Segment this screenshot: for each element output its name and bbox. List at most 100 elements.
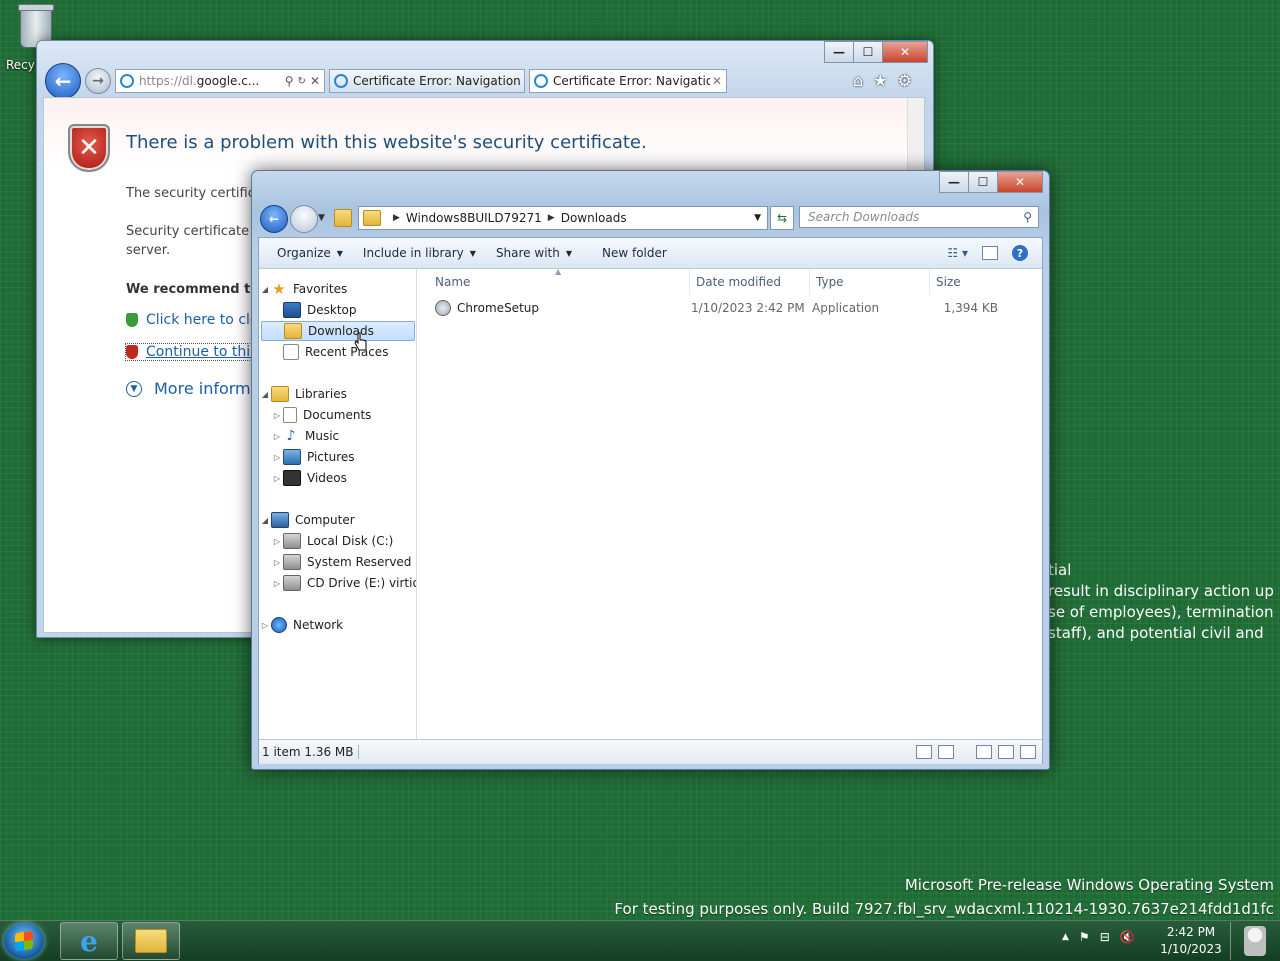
breadcrumb-arrow-icon[interactable]: ▶ — [548, 213, 555, 223]
minimize-button[interactable]: — — [939, 171, 969, 193]
close-button[interactable]: ✕ — [997, 171, 1043, 193]
preview-pane-icon[interactable] — [982, 246, 998, 260]
expand-arrow-icon[interactable]: ▷ — [271, 579, 283, 588]
cert-error-title: There is a problem with this website's s… — [126, 132, 647, 153]
ie-caption-buttons: — ☐ ✕ — [824, 41, 928, 63]
refresh-icon[interactable]: ↻ — [298, 76, 306, 87]
share-with-button[interactable]: Share with ▼ — [488, 246, 580, 260]
explorer-address-bar[interactable]: ▶ Windows8BUILD79271 ▶ Downloads ▼ — [358, 206, 768, 230]
close-button[interactable]: ✕ — [882, 41, 928, 63]
gear-icon[interactable]: ⚙ — [898, 71, 912, 90]
nav-libraries[interactable]: ◢ Libraries — [259, 384, 416, 404]
forward-button[interactable] — [290, 205, 318, 233]
help-icon[interactable]: ? — [1012, 245, 1028, 261]
nav-downloads[interactable]: Downloads — [261, 321, 415, 341]
nav-favorites[interactable]: ◢ ★ Favorites — [259, 279, 416, 299]
nav-videos[interactable]: ▷ Videos — [259, 468, 416, 488]
nav-label: Recent Places — [305, 345, 389, 359]
column-header-type[interactable]: Type — [816, 269, 844, 295]
nav-label: Desktop — [307, 303, 357, 317]
watermark-line-1: Microsoft Pre-release Windows Operating … — [904, 876, 1274, 894]
details-pane-icon[interactable] — [998, 745, 1014, 759]
status-text: 1 item 1.36 MB — [262, 745, 359, 759]
computer-icon — [271, 512, 289, 528]
ie-tab-2[interactable]: Certificate Error: Navigation... ✕ — [529, 69, 727, 93]
address-url-host: google.c... — [196, 74, 260, 88]
nav-computer[interactable]: ◢ Computer — [259, 510, 416, 530]
expand-arrow-icon[interactable]: ▷ — [271, 537, 283, 546]
more-information-link[interactable]: ▼ More informati — [126, 379, 271, 398]
action-center-flag-icon[interactable]: ⚑ — [1079, 930, 1090, 944]
search-input[interactable]: Search Downloads ⚲ — [799, 206, 1039, 228]
ie-right-toolbar: ⌂ ★ ⚙ — [853, 71, 912, 90]
table-row[interactable]: ChromeSetup 1/10/2023 2:42 PM Applicatio… — [435, 298, 1015, 318]
tab-label: Certificate Error: Navigation... — [553, 74, 710, 88]
taskbar-explorer-button[interactable] — [122, 922, 180, 960]
show-desktop-button[interactable] — [1230, 922, 1279, 960]
column-separator[interactable] — [809, 269, 810, 295]
search-icon[interactable]: ⚲ — [285, 74, 294, 88]
maximize-button[interactable]: ☐ — [853, 41, 883, 63]
nav-music[interactable]: ▷ ♪ Music — [259, 426, 416, 446]
minimize-button[interactable]: — — [824, 41, 854, 63]
view-options-icon[interactable]: ☷ ▾ — [947, 246, 968, 260]
cert-recommend: We recommend tha — [126, 282, 269, 297]
recent-pages-dropdown[interactable]: ▼ — [318, 213, 325, 223]
details-view-icon[interactable] — [916, 745, 932, 759]
ie-tab-1[interactable]: Certificate Error: Navigation Bl... — [329, 69, 525, 93]
nav-network[interactable]: ▷ Network — [259, 615, 416, 635]
network-tray-icon[interactable]: ⊟ — [1100, 930, 1110, 944]
column-separator[interactable] — [929, 269, 930, 295]
nav-system-reserved[interactable]: ▷ System Reserved (D: — [259, 552, 416, 572]
layout-icon[interactable] — [976, 745, 992, 759]
taskbar-ie-button[interactable]: e — [60, 922, 118, 960]
expand-arrow-icon[interactable]: ◢ — [259, 390, 271, 399]
column-separator[interactable] — [689, 269, 690, 295]
back-button[interactable]: ← — [45, 63, 81, 99]
start-button[interactable] — [4, 923, 44, 959]
expand-arrow-icon[interactable]: ▷ — [271, 432, 283, 441]
back-button[interactable]: ← — [260, 205, 288, 233]
address-dropdown-icon[interactable]: ▼ — [754, 213, 761, 223]
navigation-pane: ◢ ★ Favorites Desktop Downloads Recent Pla… — [259, 269, 417, 739]
breadcrumb-item[interactable]: Windows8BUILD79271 — [406, 211, 542, 225]
music-icon: ♪ — [286, 428, 296, 444]
new-folder-button[interactable]: New folder — [594, 246, 675, 260]
column-label: Size — [936, 275, 961, 289]
preview-pane-icon[interactable] — [1020, 745, 1036, 759]
expand-arrow-icon[interactable]: ◢ — [259, 516, 271, 525]
favorites-star-icon[interactable]: ★ — [873, 71, 887, 90]
include-in-library-button[interactable]: Include in library ▼ — [355, 246, 484, 260]
maximize-button[interactable]: ☐ — [968, 171, 998, 193]
column-header-date[interactable]: Date modified — [696, 269, 781, 295]
expand-arrow-icon[interactable]: ▷ — [271, 558, 283, 567]
expand-arrow-icon[interactable]: ▷ — [271, 411, 283, 420]
refresh-button[interactable]: ⇆ — [770, 206, 794, 230]
tab-close-icon[interactable]: ✕ — [712, 74, 722, 88]
taskbar-clock[interactable]: 2:42 PM 1/10/2023 — [1158, 924, 1224, 958]
expand-arrow-icon[interactable]: ▷ — [259, 621, 271, 630]
nav-recent-places[interactable]: Recent Places — [259, 342, 416, 362]
home-icon[interactable]: ⌂ — [853, 71, 863, 90]
expand-arrow-icon[interactable]: ▷ — [271, 453, 283, 462]
column-header-size[interactable]: Size — [936, 269, 961, 295]
forward-button[interactable]: → — [85, 68, 111, 94]
ie-address-bar[interactable]: https://dl.google.c... ⚲ ↻ ✕ — [115, 69, 325, 93]
stop-icon[interactable]: ✕ — [310, 74, 320, 88]
organize-button[interactable]: Organize ▼ — [269, 246, 351, 260]
nav-pictures[interactable]: ▷ Pictures — [259, 447, 416, 467]
expand-arrow-icon[interactable]: ◢ — [259, 285, 271, 294]
nav-cd-drive[interactable]: ▷ CD Drive (E:) virtio-v — [259, 573, 416, 593]
nav-local-disk[interactable]: ▷ Local Disk (C:) — [259, 531, 416, 551]
thumbnails-view-icon[interactable] — [938, 745, 954, 759]
column-header-name[interactable]: Name — [435, 269, 470, 295]
explorer-window[interactable]: — ☐ ✕ ← ▼ ▶ Windows8BUILD79271 ▶ Downloa… — [251, 170, 1050, 770]
up-folder-icon[interactable] — [334, 209, 352, 227]
nav-desktop[interactable]: Desktop — [259, 300, 416, 320]
show-hidden-icons-icon[interactable]: ▲ — [1062, 932, 1069, 942]
expand-arrow-icon[interactable]: ▷ — [271, 474, 283, 483]
breadcrumb-item[interactable]: Downloads — [561, 211, 627, 225]
breadcrumb-arrow-icon[interactable]: ▶ — [393, 213, 400, 223]
nav-documents[interactable]: ▷ Documents — [259, 405, 416, 425]
volume-muted-icon[interactable]: 🔇 — [1120, 930, 1135, 944]
